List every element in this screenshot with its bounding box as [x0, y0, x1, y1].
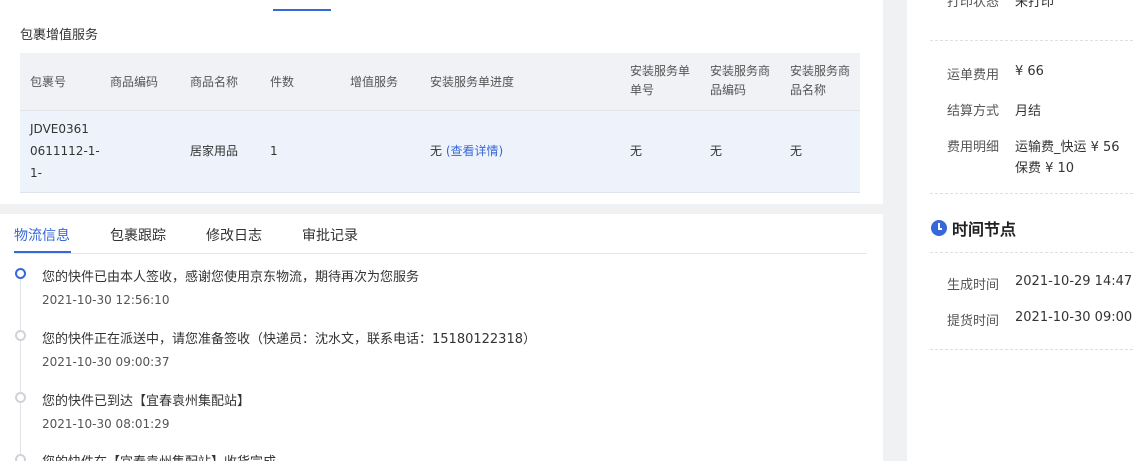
waybill-fee-label: 运单费用 [947, 68, 1000, 83]
timeline-dot [15, 392, 26, 403]
main-content: 包裹增值服务 包裹号 商品编码 商品名称 件数 增值服务 安装服务单进度 安装服… [0, 0, 883, 461]
col-install-product-code: 安装服务商品编码 [710, 64, 771, 97]
settlement-label: 结算方式 [947, 104, 1000, 119]
col-value-added: 增值服务 [350, 75, 399, 89]
package-no-line: JDVE0361 [30, 122, 89, 136]
divider [930, 349, 1133, 350]
print-status-label: 打印状态 [947, 0, 1000, 10]
active-tab-indicator [14, 251, 71, 253]
timeline-dot [15, 330, 26, 341]
package-card: 包裹增值服务 包裹号 商品编码 商品名称 件数 增值服务 安装服务单进度 安装服… [0, 0, 883, 204]
col-product-code: 商品编码 [110, 75, 159, 89]
timeline-event-text: 您的快件在【宜春袁州集配站】收货完成 [42, 451, 276, 461]
tab-approval-records[interactable]: 审批记录 [302, 225, 358, 245]
timeline-event-time: 2021-10-30 09:00:37 [42, 355, 170, 369]
progress-value: 无 [430, 144, 443, 158]
waybill-fee-value: ¥ 66 [1015, 64, 1044, 79]
created-time-value: 2021-10-29 14:47:2 [1015, 274, 1133, 289]
tab-bar: 物流信息 包裹跟踪 修改日志 审批记录 [14, 214, 867, 254]
install-order-no-cell: 无 [630, 144, 643, 158]
created-time-label: 生成时间 [947, 278, 1000, 293]
view-details-link[interactable]: (查看详情) [446, 144, 503, 158]
timeline-event-text: 您的快件正在派送中，请您准备签收（快递员：沈水文，联系电话：1518012231… [42, 332, 536, 347]
timeline-dot [15, 268, 26, 279]
fee-detail-value-2: 保费 ¥ 10 [1015, 161, 1075, 176]
timeline-event-time: 2021-10-30 12:56:10 [42, 293, 170, 307]
pickup-time-value: 2021-10-30 09:00:0 [1015, 310, 1133, 325]
tab-package-tracking[interactable]: 包裹跟踪 [110, 225, 166, 245]
section-title: 包裹增值服务 [20, 28, 99, 43]
timeline-event-text: 您的快件已由本人签收，感谢您使用京东物流，期待再次为您服务 [42, 270, 420, 285]
timeline-line [20, 278, 21, 461]
table-row: JDVE0361 0611112-1- 1- 居家用品 1 无 (查看详情) 无… [20, 111, 860, 193]
divider [930, 40, 1133, 41]
install-product-code-cell: 无 [710, 144, 723, 158]
col-install-product-name: 安装服务商品名称 [790, 64, 851, 97]
package-no-line: 0611112-1- [30, 144, 100, 158]
pickup-time-label: 提货时间 [947, 314, 1000, 329]
detail-sidebar: 打印状态 未打印 运单费用 ¥ 66 结算方式 月结 费用明细 运输费_快运 ¥… [907, 0, 1133, 461]
product-name-cell: 居家用品 [190, 144, 239, 158]
settlement-value: 月结 [1015, 104, 1042, 119]
logistics-card: 物流信息 包裹跟踪 修改日志 审批记录 您的快件已由本人签收，感谢您使用京东物流… [0, 214, 883, 461]
col-product-name: 商品名称 [190, 75, 239, 89]
top-tab-indicator [273, 9, 331, 11]
col-quantity: 件数 [270, 75, 295, 89]
install-product-name-cell: 无 [790, 144, 803, 158]
divider [930, 252, 1133, 253]
clock-icon [931, 220, 947, 236]
timeline-dot [15, 454, 26, 461]
time-section-header: 时间节点 [931, 218, 1017, 239]
timeline-event-text: 您的快件已到达【宜春袁州集配站】 [42, 394, 251, 409]
progress-cell: 无 (查看详情) [430, 142, 503, 161]
fee-detail-label: 费用明细 [947, 140, 1000, 155]
col-package-no: 包裹号 [30, 75, 67, 89]
logistics-timeline: 您的快件已由本人签收，感谢您使用京东物流，期待再次为您服务 2021-10-30… [0, 260, 883, 461]
tab-logistics[interactable]: 物流信息 [14, 225, 70, 245]
quantity-cell: 1 [270, 144, 278, 158]
time-section-title: 时间节点 [952, 220, 1017, 239]
fee-detail-value: 运输费_快运 ¥ 56 [1015, 140, 1120, 155]
col-install-progress: 安装服务单进度 [430, 75, 515, 89]
print-status-value: 未打印 [1015, 0, 1055, 10]
package-table: 包裹号 商品编码 商品名称 件数 增值服务 安装服务单进度 安装服务单单号 安装… [20, 53, 860, 194]
package-no-line: 1- [30, 166, 42, 180]
col-install-order-no: 安装服务单单号 [630, 64, 691, 97]
table-header: 包裹号 商品编码 商品名称 件数 增值服务 安装服务单进度 安装服务单单号 安装… [20, 53, 860, 111]
timeline-event-time: 2021-10-30 08:01:29 [42, 417, 170, 431]
tab-change-log[interactable]: 修改日志 [206, 225, 262, 245]
divider [930, 193, 1133, 194]
package-no-cell: JDVE0361 0611112-1- 1- [30, 120, 100, 183]
